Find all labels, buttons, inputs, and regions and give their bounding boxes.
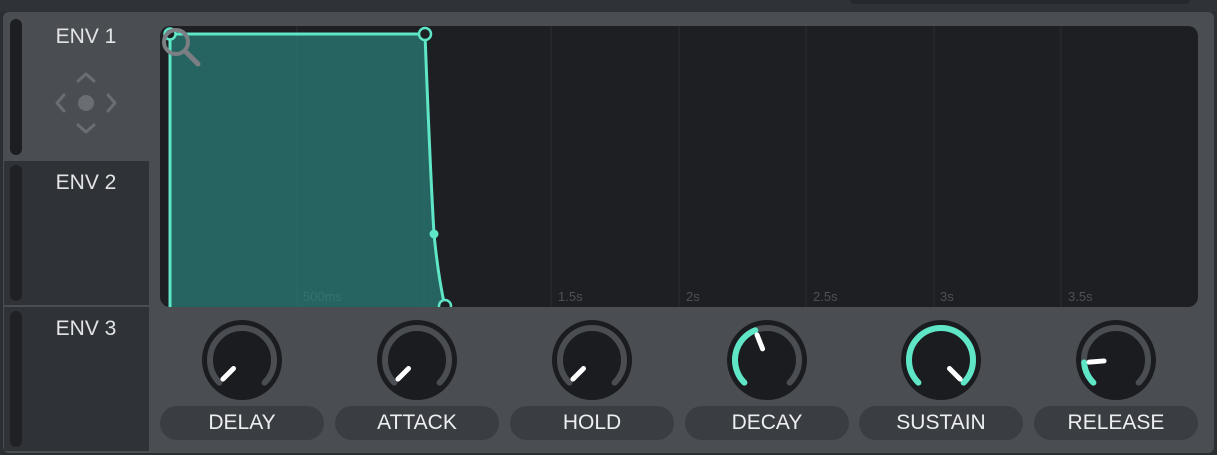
hold-knob[interactable] (550, 318, 634, 402)
release-label: RELEASE (1034, 406, 1198, 440)
envelope-knobs: DELAY ATTACK HOLD DECAY SUSTAIN RELEASE (160, 318, 1200, 448)
sustain-label: SUSTAIN (859, 406, 1023, 440)
time-label: 1.5s (558, 289, 583, 304)
tab-label: ENV 2 (55, 171, 117, 194)
time-label: 3.5s (1068, 289, 1093, 304)
knob-delay: DELAY (160, 318, 324, 443)
knob-decay: DECAY (685, 318, 849, 443)
sustain-node[interactable] (437, 298, 453, 307)
knob-hold: HOLD (510, 318, 674, 443)
decay-knob[interactable] (725, 318, 809, 402)
sustain-knob[interactable] (899, 318, 983, 402)
time-label: 2.5s (813, 289, 838, 304)
hold-node[interactable] (417, 26, 433, 42)
tab-drag-handle[interactable] (10, 19, 22, 155)
envelope-graph[interactable]: 500ms 1.5s 2s 2.5s 3s 3.5s (160, 26, 1198, 307)
top-bar (0, 0, 1217, 12)
top-bar-slot (850, 0, 1190, 4)
tab-label: ENV 3 (55, 317, 117, 340)
knob-release: RELEASE (1034, 318, 1198, 443)
attack-knob[interactable] (375, 318, 459, 402)
time-label: 3s (940, 289, 954, 304)
envelope-canvas[interactable]: 500ms 1.5s 2s 2.5s 3s 3.5s (160, 26, 1198, 307)
delay-knob[interactable] (200, 318, 284, 402)
release-knob[interactable] (1074, 318, 1158, 402)
drag-move-icon[interactable] (54, 71, 118, 135)
tab-drag-handle[interactable] (10, 311, 22, 447)
tab-drag-handle[interactable] (10, 165, 22, 301)
knob-attack: ATTACK (335, 318, 499, 443)
decay-curve-handle[interactable] (429, 229, 439, 239)
tab-env-2[interactable]: ENV 2 (4, 161, 149, 305)
magnifier-icon[interactable] (160, 26, 202, 68)
tab-env-3[interactable]: ENV 3 (4, 307, 149, 451)
envelope-fill (170, 34, 445, 307)
decay-label: DECAY (685, 406, 849, 440)
time-label: 2s (686, 289, 700, 304)
envelope-tabs: ENV 1 ENV 2 ENV 3 (4, 15, 150, 452)
attack-label: ATTACK (335, 406, 499, 440)
tab-label: ENV 1 (55, 25, 117, 48)
delay-label: DELAY (160, 406, 324, 440)
tab-env-1[interactable]: ENV 1 (4, 15, 149, 159)
knob-sustain: SUSTAIN (859, 318, 1023, 443)
hold-label: HOLD (510, 406, 674, 440)
